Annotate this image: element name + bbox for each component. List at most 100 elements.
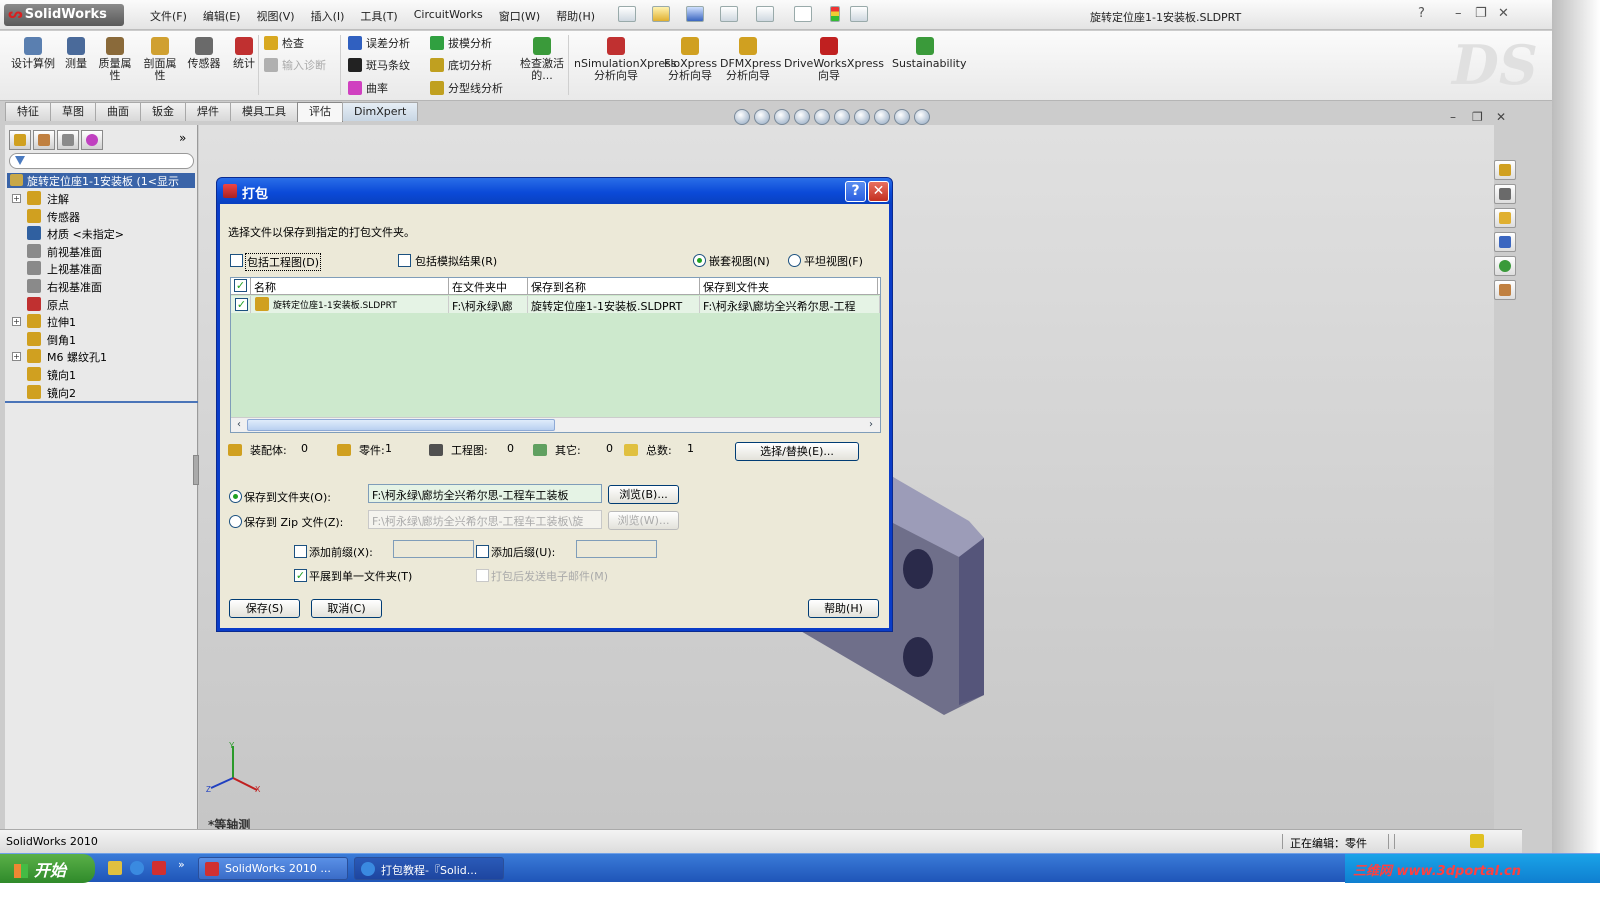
tree-item[interactable]: 材质 <未指定> — [5, 225, 195, 242]
tab-5[interactable]: 模具工具 — [230, 102, 298, 121]
save-to-zip-radio[interactable] — [229, 515, 242, 528]
maximize-button[interactable]: ❐ — [1475, 6, 1487, 21]
edit-appearance-icon[interactable] — [874, 109, 890, 125]
tree-item[interactable]: 传感器 — [5, 208, 195, 225]
rebuild-traffic-light-icon[interactable] — [830, 6, 840, 22]
header-save-name[interactable]: 保存到名称 — [528, 278, 700, 295]
print-icon[interactable] — [720, 6, 738, 22]
save-button[interactable]: 保存(S) — [229, 599, 300, 618]
task-design-library[interactable] — [1494, 184, 1516, 204]
file-list[interactable]: ✓ 名称 在文件夹中 保存到名称 保存到文件夹 ✓ 旋转定位座1-1安装板.SL… — [230, 277, 881, 433]
menu-edit[interactable]: 编辑(E) — [195, 8, 249, 24]
quicklaunch-solidworks-icon[interactable] — [152, 861, 166, 875]
tree-item[interactable]: 倒角1 — [5, 331, 195, 348]
task-solidworks-resources[interactable] — [1494, 160, 1516, 180]
tree-filter-input[interactable] — [9, 153, 194, 169]
doc-close-button[interactable]: ✕ — [1496, 110, 1506, 124]
floxpress-button[interactable]: FloXpress分析向导 — [664, 37, 717, 82]
zebra-stripes-button[interactable]: 斑马条纹 — [348, 57, 410, 73]
include-simulation-label[interactable]: 包括模拟结果(R) — [415, 253, 497, 269]
section-view-icon[interactable] — [794, 109, 810, 125]
browse-folder-button[interactable]: 浏览(B)... — [608, 485, 679, 504]
tab-7[interactable]: DimXpert — [342, 102, 419, 121]
tab-4[interactable]: 焊件 — [185, 102, 231, 121]
add-prefix-checkbox[interactable] — [294, 545, 307, 558]
task-appearances[interactable] — [1494, 256, 1516, 276]
row-checkbox[interactable]: ✓ — [235, 298, 248, 311]
propertymanager-tab[interactable] — [33, 130, 55, 150]
undercut-analysis-button[interactable]: 底切分析 — [430, 57, 492, 73]
help-icon[interactable]: ? — [1418, 6, 1425, 21]
tree-item[interactable]: 右视基准面 — [5, 278, 195, 295]
flatten-label[interactable]: 平展到单一文件夹(T) — [309, 568, 412, 584]
header-save-folder[interactable]: 保存到文件夹 — [700, 278, 878, 295]
header-in-folder[interactable]: 在文件夹中 — [449, 278, 528, 295]
previous-view-icon[interactable] — [774, 109, 790, 125]
help-button[interactable]: 帮助(H) — [808, 599, 879, 618]
menu-view[interactable]: 视图(V) — [248, 8, 302, 24]
menu-help[interactable]: 帮助(H) — [548, 8, 603, 24]
parting-line-analysis-button[interactable]: 分型线分析 — [430, 80, 503, 96]
row-save-name[interactable]: 旋转定位座1-1安装板.SLDPRT — [528, 296, 700, 313]
tree-item[interactable]: 前视基准面 — [5, 243, 195, 260]
draft-analysis-button[interactable]: 拔模分析 — [430, 35, 492, 51]
dfmxpress-button[interactable]: DFMXpress分析向导 — [720, 37, 781, 82]
start-button[interactable]: 开始 — [0, 854, 95, 883]
task-custom-properties[interactable] — [1494, 280, 1516, 300]
mass-properties-button[interactable]: 质量属性 — [96, 37, 134, 82]
deviation-analysis-button[interactable]: 误差分析 — [348, 35, 410, 51]
header-name[interactable]: 名称 — [251, 278, 449, 295]
statistics-button[interactable]: 统计 — [230, 37, 258, 70]
save-to-folder-label[interactable]: 保存到文件夹(O): — [244, 489, 331, 505]
tree-root-part[interactable]: 旋转定位座1-1安装板 (1<显示 — [7, 173, 195, 188]
panel-expand-icon[interactable]: » — [179, 131, 186, 145]
expand-toggle-icon[interactable]: + — [12, 352, 21, 362]
tree-item[interactable]: 镜向1 — [5, 366, 195, 383]
horizontal-scrollbar[interactable]: ‹ › — [231, 417, 880, 432]
menu-window[interactable]: 窗口(W) — [491, 8, 548, 24]
tree-item[interactable]: + 注解 — [5, 190, 195, 207]
tab-1[interactable]: 草图 — [50, 102, 96, 121]
status-tag-icon[interactable] — [1470, 834, 1484, 848]
add-suffix-label[interactable]: 添加后缀(U): — [491, 544, 555, 560]
display-style-icon[interactable] — [834, 109, 850, 125]
view-orientation-icon[interactable] — [814, 109, 830, 125]
dialog-close-button[interactable]: ✕ — [868, 181, 889, 202]
flatten-checkbox[interactable]: ✓ — [294, 569, 307, 582]
open-folder-icon[interactable] — [652, 6, 670, 22]
save-to-folder-radio[interactable] — [229, 490, 242, 503]
view-settings-icon[interactable] — [914, 109, 930, 125]
add-prefix-label[interactable]: 添加前缀(X): — [309, 544, 373, 560]
file-list-row[interactable]: ✓ 旋转定位座1-1安装板.SLDPRT F:\柯永绿\廊 旋转定位座1-1安装… — [231, 296, 880, 313]
zoom-to-area-icon[interactable] — [754, 109, 770, 125]
dimxpertmanager-tab[interactable] — [81, 130, 103, 150]
tab-3[interactable]: 钣金 — [140, 102, 186, 121]
tree-item[interactable]: + 拉伸1 — [5, 313, 195, 330]
configurationmanager-tab[interactable] — [57, 130, 79, 150]
quicklaunch-show-desktop-icon[interactable] — [108, 861, 122, 875]
check-active-document-button[interactable]: 检查激活的... — [520, 37, 564, 82]
options-icon[interactable] — [850, 6, 868, 22]
include-drawings-checkbox[interactable] — [230, 254, 243, 267]
section-properties-button[interactable]: 剖面属性 — [140, 37, 180, 82]
new-document-icon[interactable] — [618, 6, 636, 22]
taskbar-solidworks[interactable]: SolidWorks 2010 ... — [198, 857, 348, 880]
save-folder-field[interactable]: F:\柯永绿\廊坊全兴希尔思-工程车工装板 — [368, 484, 602, 503]
menu-tools[interactable]: 工具(T) — [352, 8, 405, 24]
import-diagnostics-button[interactable]: 输入诊断 — [264, 57, 326, 73]
scroll-thumb[interactable] — [247, 419, 555, 431]
scroll-right-arrow[interactable]: › — [864, 419, 878, 431]
expand-toggle-icon[interactable]: + — [12, 194, 21, 203]
tree-item[interactable]: 原点 — [5, 296, 195, 313]
header-select-all[interactable]: ✓ — [231, 278, 251, 295]
sustainability-button[interactable]: Sustainability — [892, 37, 966, 70]
select-cursor-icon[interactable] — [794, 6, 812, 22]
tab-6[interactable]: 评估 — [297, 102, 343, 122]
menu-circuitworks[interactable]: CircuitWorks — [406, 8, 491, 24]
tab-0[interactable]: 特征 — [5, 102, 51, 121]
hide-show-items-icon[interactable] — [854, 109, 870, 125]
undo-icon[interactable] — [756, 6, 774, 22]
design-study-button[interactable]: 设计算例 — [10, 37, 56, 70]
zoom-to-fit-icon[interactable] — [734, 109, 750, 125]
curvature-button[interactable]: 曲率 — [348, 80, 388, 96]
